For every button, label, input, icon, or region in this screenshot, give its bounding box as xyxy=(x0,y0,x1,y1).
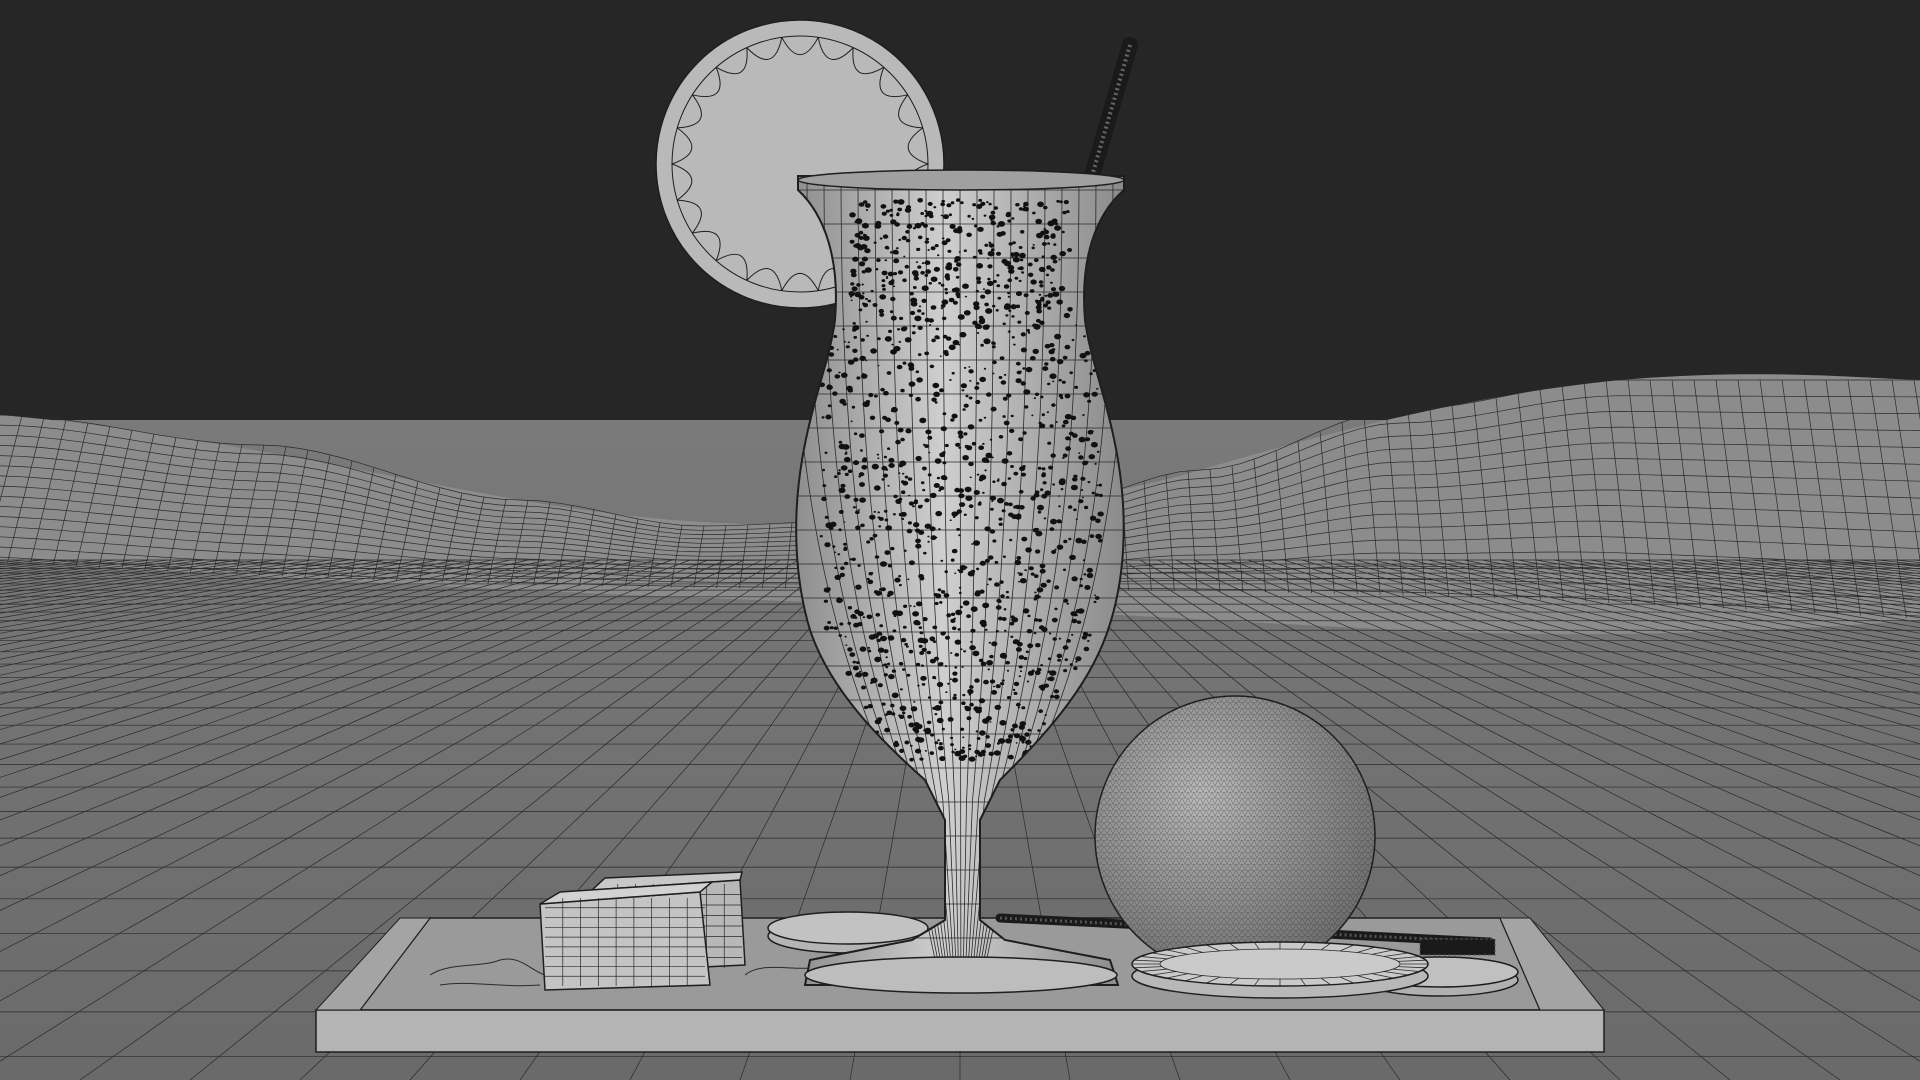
wireframe-scene xyxy=(0,19,1920,1080)
3d-viewport[interactable] xyxy=(0,0,1920,1080)
straw-mesh[interactable] xyxy=(1419,938,1496,956)
coaster-mesh[interactable] xyxy=(1131,941,1429,999)
